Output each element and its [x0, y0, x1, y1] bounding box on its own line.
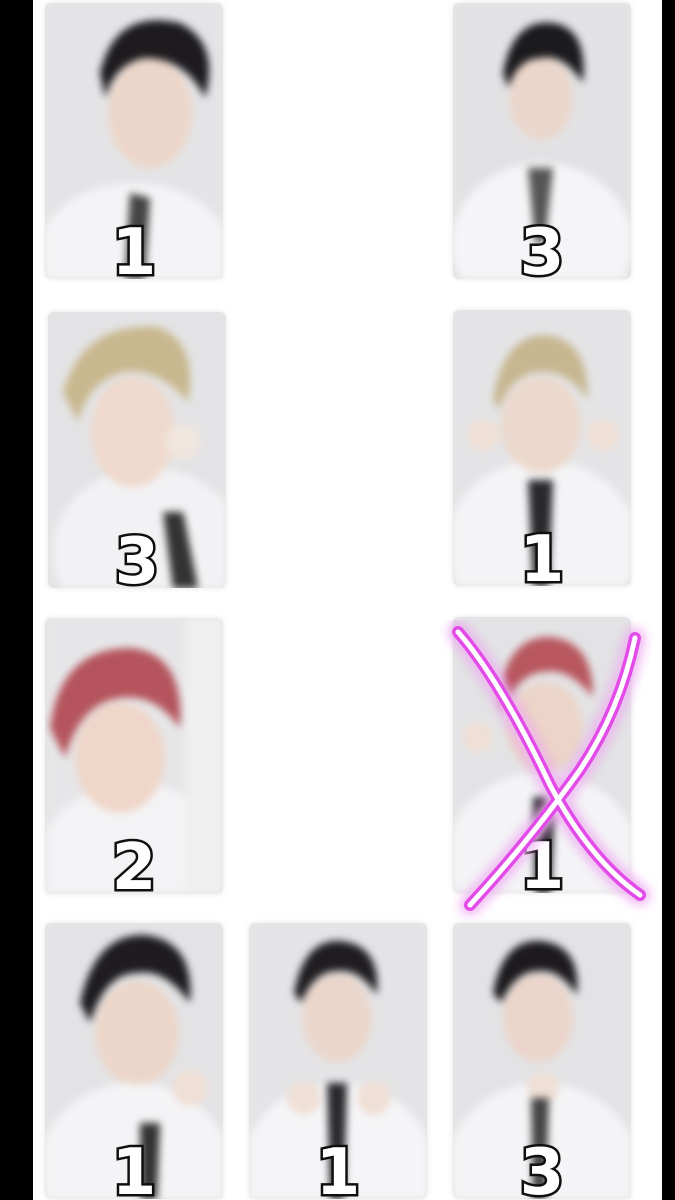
left-black-bar — [0, 0, 33, 1200]
photocard[interactable]: 3 — [48, 312, 226, 588]
quantity-label: 3 — [517, 1136, 567, 1200]
quantity-label: 3 — [517, 216, 567, 280]
quantity-label: 1 — [313, 1136, 363, 1200]
photocard[interactable]: 1 — [453, 310, 631, 586]
photocard[interactable]: 3 — [453, 3, 631, 279]
quantity-label: 2 — [109, 831, 159, 895]
quantity-label: 3 — [112, 525, 162, 589]
quantity-label: 1 — [517, 830, 567, 894]
photocard[interactable]: 3 — [453, 923, 631, 1199]
quantity-label: 1 — [517, 523, 567, 587]
photocard[interactable]: 2 — [45, 618, 223, 894]
quantity-label: 1 — [109, 216, 159, 280]
photocard[interactable]: 1 — [45, 3, 223, 279]
quantity-label: 1 — [109, 1136, 159, 1200]
right-black-bar — [662, 0, 675, 1200]
photocard[interactable]: 1 — [249, 923, 427, 1199]
photocard[interactable]: 1 — [453, 617, 631, 893]
photocard[interactable]: 1 — [45, 923, 223, 1199]
